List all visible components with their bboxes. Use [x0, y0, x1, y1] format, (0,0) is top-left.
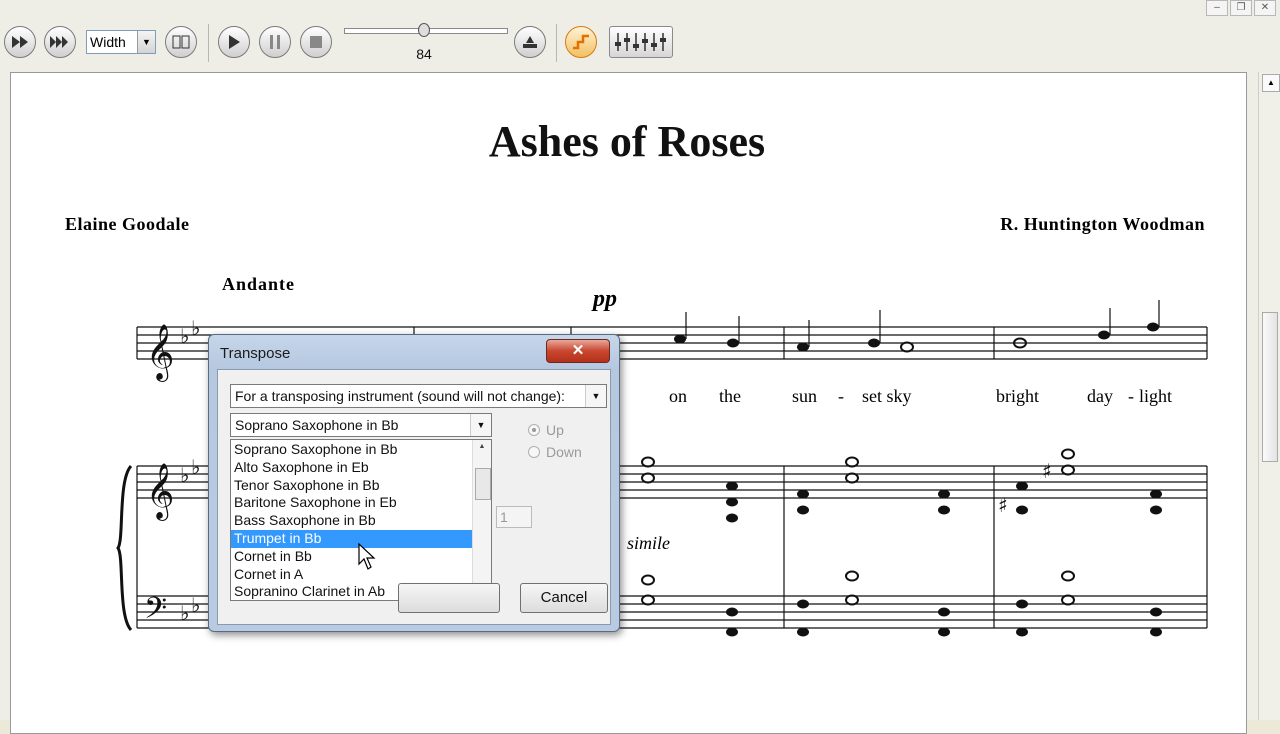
cancel-button[interactable]: Cancel — [520, 583, 608, 613]
dialog-title: Transpose — [220, 345, 291, 362]
chevron-down-icon: ▼ — [585, 385, 606, 407]
instrument-select-value: Soprano Saxophone in Bb — [235, 417, 399, 433]
svg-text:♭: ♭ — [180, 324, 189, 348]
svg-text:♭: ♭ — [191, 593, 200, 617]
scroll-thumb[interactable] — [475, 468, 491, 500]
lyric-syllable: sun — [792, 386, 818, 406]
svg-text:♯: ♯ — [998, 493, 1008, 517]
instrument-list-item[interactable]: Tenor Saxophone in Bb — [231, 477, 473, 495]
dialog-body: For a transposing instrument (sound will… — [217, 369, 611, 625]
ok-button[interactable] — [398, 583, 500, 613]
svg-text:𝄞: 𝄞 — [146, 324, 174, 382]
svg-text:𝄢: 𝄢 — [144, 592, 167, 633]
instrument-list-item[interactable]: Bass Saxophone in Bb — [231, 512, 473, 530]
expression-marking: simile — [627, 533, 670, 553]
svg-text:𝄞: 𝄞 — [146, 463, 174, 521]
direction-down-label: Down — [546, 444, 582, 460]
instrument-list-item[interactable]: Soprano Saxophone in Bb — [231, 441, 473, 459]
mouse-cursor-icon — [358, 543, 376, 570]
lyric-syllable: light — [1139, 386, 1173, 406]
lyric-syllable: day — [1087, 386, 1113, 406]
lyric-syllable: set sky — [862, 386, 912, 406]
direction-down-radio[interactable]: Down — [528, 444, 582, 460]
interval-field[interactable]: 1 — [496, 506, 532, 528]
svg-text:♯: ♯ — [1042, 459, 1052, 483]
instrument-list-item[interactable]: Cornet in Bb — [231, 548, 473, 566]
transpose-dialog: Transpose ✕ For a transposing instrument… — [208, 334, 620, 632]
lyric-syllable: the — [719, 386, 741, 406]
svg-text:♭: ♭ — [191, 316, 200, 340]
direction-up-radio[interactable]: Up — [528, 422, 564, 438]
lyricist-credit: Elaine Goodale — [65, 214, 190, 234]
lyric-hyphen: - — [1128, 386, 1134, 406]
dialog-close-button[interactable]: ✕ — [546, 339, 610, 363]
tempo-marking: Andante — [222, 274, 296, 294]
scroll-up-icon[interactable]: ▲ — [473, 440, 491, 454]
lyric-syllable: bright — [996, 386, 1039, 406]
svg-text:♭: ♭ — [191, 455, 200, 479]
svg-text:♭: ♭ — [180, 601, 189, 625]
dynamic-marking: pp — [593, 286, 617, 312]
score-title: Ashes of Roses — [488, 117, 766, 166]
instrument-list-scrollbar[interactable]: ▲ ▼ — [472, 440, 491, 600]
instrument-list-item[interactable]: Trumpet in Bb — [231, 529, 473, 548]
score-notation: 𝄞 𝄞 𝄢 ♭ ♭ ♭ ♭ ♭ ♭ ♯♯ — [116, 300, 1208, 637]
instrument-list-item[interactable]: Baritone Saxophone in Eb — [231, 494, 473, 512]
lyric-hyphen: - — [838, 386, 844, 406]
close-icon: ✕ — [571, 342, 585, 359]
transpose-mode-select[interactable]: For a transposing instrument (sound will… — [230, 384, 607, 408]
svg-text:♭: ♭ — [180, 463, 189, 487]
radio-indicator — [528, 446, 540, 458]
instrument-select[interactable]: Soprano Saxophone in Bb ▼ — [230, 413, 492, 437]
direction-up-label: Up — [546, 422, 564, 438]
transpose-mode-value: For a transposing instrument (sound will… — [235, 388, 565, 404]
radio-indicator — [528, 424, 540, 436]
instrument-list-item[interactable]: Cornet in A — [231, 566, 473, 584]
instrument-list-item[interactable]: Alto Saxophone in Eb — [231, 459, 473, 477]
chevron-down-icon: ▼ — [470, 414, 491, 436]
composer-credit: R. Huntington Woodman — [1000, 214, 1205, 234]
instrument-list[interactable]: Soprano Saxophone in Bb Alto Saxophone in… — [230, 439, 492, 601]
lyric-syllable: on — [669, 386, 687, 406]
